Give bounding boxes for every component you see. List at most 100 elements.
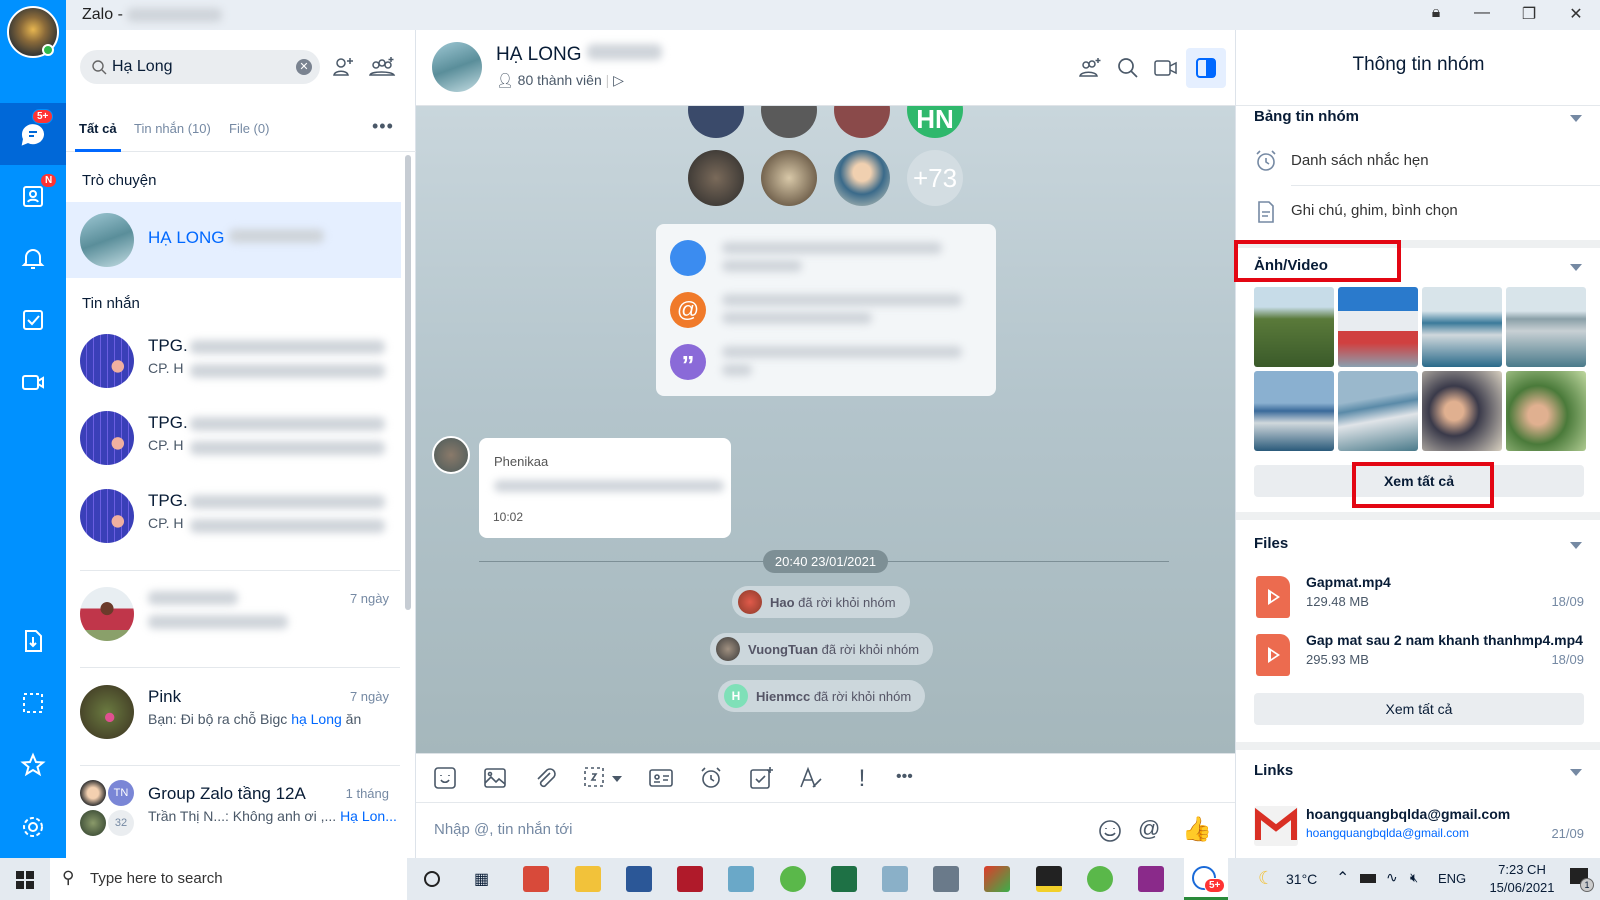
thumbs-up-icon[interactable]: 👍 xyxy=(1182,815,1212,844)
add-friend-icon[interactable] xyxy=(330,54,356,80)
create-group-icon[interactable] xyxy=(368,54,396,80)
mention-icon[interactable]: @ xyxy=(1138,816,1160,842)
media-thumbnail[interactable] xyxy=(1338,287,1418,367)
reminder-icon[interactable] xyxy=(698,765,726,793)
app-icon[interactable] xyxy=(984,866,1010,892)
app-icon[interactable] xyxy=(780,866,806,892)
chevron-down-icon[interactable] xyxy=(612,776,622,782)
toggle-info-panel-button[interactable] xyxy=(1186,48,1226,88)
taskbar-search[interactable]: ⚲ Type here to search xyxy=(50,858,407,900)
nav-video[interactable] xyxy=(0,351,66,413)
more-members-badge[interactable]: +73 xyxy=(907,150,963,206)
file-item[interactable]: Gap mat sau 2 nam khanh thanhmp4.mp4 295… xyxy=(1254,630,1584,680)
files-heading[interactable]: Files xyxy=(1254,535,1288,552)
nav-screenshot[interactable] xyxy=(0,672,66,734)
message-bubble[interactable]: Phenikaa 10:02 xyxy=(479,438,731,538)
nav-cloud-docs[interactable] xyxy=(0,610,66,672)
battery-icon[interactable] xyxy=(1360,874,1376,883)
links-heading[interactable]: Links xyxy=(1254,762,1293,779)
nav-notifications[interactable] xyxy=(0,227,66,289)
nav-favorites[interactable] xyxy=(0,734,66,796)
app-icon[interactable] xyxy=(882,866,908,892)
lock-icon[interactable]: 🔒︎ xyxy=(1424,4,1448,26)
nav-messages[interactable]: 5+ xyxy=(0,103,66,165)
word-icon[interactable] xyxy=(626,866,652,892)
zalo-taskbar-icon[interactable]: 5+ xyxy=(1184,858,1228,900)
media-thumbnail[interactable] xyxy=(1422,287,1502,367)
image-icon[interactable] xyxy=(482,765,510,793)
task-view-icon[interactable]: ▦ xyxy=(474,869,489,889)
more-options-icon[interactable]: ••• xyxy=(372,116,394,137)
app-icon[interactable] xyxy=(1036,866,1062,892)
view-all-files-button[interactable]: Xem tất cả xyxy=(1254,693,1584,725)
sticker-icon[interactable] xyxy=(432,765,460,793)
media-thumbnail[interactable] xyxy=(1506,287,1586,367)
app-icon[interactable] xyxy=(933,866,959,892)
media-thumbnail[interactable] xyxy=(1338,371,1418,451)
text-format-icon[interactable] xyxy=(798,765,826,793)
more-icon[interactable]: ••• xyxy=(896,768,924,796)
nav-todo[interactable] xyxy=(0,289,66,351)
volume-muted-icon[interactable]: 🔇︎ xyxy=(1410,870,1418,886)
weather-temp[interactable]: 31°C xyxy=(1286,871,1317,887)
tab-files[interactable]: File (0) xyxy=(229,121,269,136)
restore-button[interactable]: ❐ xyxy=(1517,4,1541,26)
group-result-ha-long[interactable]: HẠ LONG xyxy=(66,202,401,278)
tab-all[interactable]: Tất cả xyxy=(79,121,117,136)
clock-time[interactable]: 7:23 CH xyxy=(1482,862,1562,877)
link-url[interactable]: hoangquangbqlda@gmail.com xyxy=(1306,826,1469,840)
collapse-caret-icon[interactable] xyxy=(1570,769,1582,776)
app-icon[interactable] xyxy=(728,866,754,892)
nav-contacts[interactable]: N xyxy=(0,165,66,227)
collapse-caret-icon[interactable] xyxy=(1570,264,1582,271)
message-input[interactable]: Nhập @, tin nhắn tới @ 👍 xyxy=(416,803,1235,858)
excel-icon[interactable] xyxy=(831,866,857,892)
video-call-icon[interactable] xyxy=(1153,56,1179,80)
add-member-icon[interactable] xyxy=(1078,56,1102,80)
app-icon[interactable] xyxy=(523,866,549,892)
attachment-icon[interactable] xyxy=(532,765,560,793)
list-item[interactable]: Pink Bạn: Đi bộ ra chỗ Bigc hạ Long ăn 7… xyxy=(66,673,401,749)
app-icon[interactable] xyxy=(677,866,703,892)
list-item[interactable]: 7 ngày xyxy=(66,575,401,651)
list-item[interactable]: TPG. CP. H xyxy=(66,322,401,398)
media-thumbnail[interactable] xyxy=(1254,371,1334,451)
collapse-caret-icon[interactable] xyxy=(1570,115,1582,122)
link-item[interactable]: hoangquangbqlda@gmail.com hoangquangbqld… xyxy=(1254,804,1584,854)
nav-settings[interactable] xyxy=(0,796,66,858)
file-explorer-icon[interactable] xyxy=(575,866,601,892)
windows-start-icon[interactable] xyxy=(16,871,34,889)
media-thumbnail[interactable] xyxy=(1254,287,1334,367)
tab-messages[interactable]: Tin nhắn (10) xyxy=(134,121,211,136)
close-button[interactable]: ✕ xyxy=(1564,4,1588,26)
notes-pins-polls-item[interactable]: Ghi chú, ghim, bình chọn xyxy=(1291,202,1458,219)
list-item[interactable]: TN 32 Group Zalo tầng 12A Trần Thị N...:… xyxy=(66,770,401,846)
contact-card-icon[interactable] xyxy=(648,765,676,793)
app-icon[interactable] xyxy=(1138,866,1164,892)
search-input[interactable]: Hạ Long ✕ xyxy=(80,50,320,84)
list-item[interactable]: TPG. CP. H xyxy=(66,477,401,553)
wifi-icon[interactable]: ∿ xyxy=(1386,869,1398,886)
member-count[interactable]: 👤︎ 80 thành viên | ▷ xyxy=(496,72,624,89)
urgent-icon[interactable]: ! xyxy=(848,765,876,793)
collapse-caret-icon[interactable] xyxy=(1570,542,1582,549)
task-icon[interactable] xyxy=(748,765,776,793)
tag-icon[interactable]: ▷ xyxy=(613,72,624,88)
cortana-icon[interactable] xyxy=(424,871,440,887)
emoji-icon[interactable] xyxy=(1098,819,1122,843)
app-icon[interactable] xyxy=(1087,866,1113,892)
board-heading[interactable]: Bảng tin nhóm xyxy=(1254,108,1359,125)
clear-search-icon[interactable]: ✕ xyxy=(296,59,312,75)
media-thumbnail[interactable] xyxy=(1506,371,1586,451)
list-item[interactable]: TPG. CP. H xyxy=(66,399,401,475)
screenshot-icon[interactable] xyxy=(582,765,610,793)
reminders-list-item[interactable]: Danh sách nhắc hẹn xyxy=(1291,152,1429,169)
media-thumbnail[interactable] xyxy=(1422,371,1502,451)
group-avatar[interactable] xyxy=(432,42,482,92)
show-hidden-icons[interactable]: ⌃ xyxy=(1336,868,1349,888)
file-item[interactable]: Gapmat.mp4 129.48 MB 18/09 xyxy=(1254,572,1584,622)
scrollbar[interactable] xyxy=(405,155,411,610)
minimize-button[interactable]: — xyxy=(1470,4,1494,26)
search-icon[interactable] xyxy=(1116,56,1140,80)
clock-date[interactable]: 15/06/2021 xyxy=(1482,880,1562,895)
